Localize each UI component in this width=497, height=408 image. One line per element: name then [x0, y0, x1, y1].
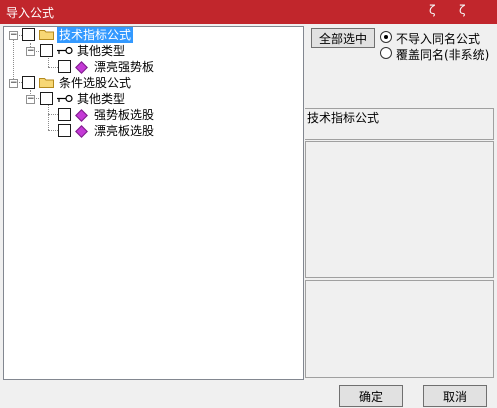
- key-icon: [57, 94, 73, 103]
- tree-node-screening-formulas[interactable]: − 条件选股公式: [4, 75, 204, 91]
- tree-node-label[interactable]: 其他类型: [75, 43, 127, 59]
- tree-leaf-label[interactable]: 漂亮强势板: [92, 59, 156, 75]
- collapse-icon[interactable]: −: [9, 31, 18, 40]
- formula-description-panel: [305, 141, 494, 278]
- tree-node-label[interactable]: 其他类型: [75, 91, 127, 107]
- formula-info-title: 技术指标公式: [307, 111, 380, 125]
- tree-node-label[interactable]: 技术指标公式: [57, 27, 134, 43]
- collapse-icon[interactable]: −: [9, 79, 18, 88]
- tree-checkbox[interactable]: [58, 60, 71, 73]
- collapse-icon[interactable]: −: [26, 47, 35, 56]
- formula-tree[interactable]: − 技术指标公式 − 其他类型 漂亮强势板 − 条件选股公式 − 其他类型 强势…: [3, 26, 304, 380]
- tree-node-other-types[interactable]: − 其他类型: [4, 91, 204, 107]
- overwrite-radio[interactable]: [380, 47, 392, 59]
- tree-checkbox[interactable]: [22, 76, 35, 89]
- ok-button[interactable]: 确定: [339, 385, 403, 407]
- window-title: 导入公式: [6, 6, 55, 20]
- folder-icon: [39, 78, 54, 88]
- tree-checkbox[interactable]: [40, 44, 53, 57]
- background-fragment: ζ: [459, 3, 466, 17]
- formula-detail-panel: [305, 280, 494, 378]
- title-bar: 导入公式 ζ ζ: [0, 0, 497, 24]
- tree-leaf-label[interactable]: 漂亮板选股: [92, 123, 156, 139]
- folder-icon: [39, 30, 54, 40]
- tree-leaf[interactable]: 漂亮板选股: [4, 123, 204, 139]
- formula-gem-icon: [75, 61, 88, 74]
- tree-checkbox[interactable]: [22, 28, 35, 41]
- tree-node-other-types[interactable]: − 其他类型: [4, 43, 204, 59]
- skip-duplicate-radio[interactable]: [380, 31, 392, 43]
- collapse-icon[interactable]: −: [26, 95, 35, 104]
- formula-gem-icon: [75, 125, 88, 138]
- tree-checkbox[interactable]: [40, 92, 53, 105]
- tree-node-tech-formulas[interactable]: − 技术指标公式: [4, 27, 204, 43]
- formula-info-header: 技术指标公式: [305, 108, 494, 140]
- tree-checkbox[interactable]: [58, 124, 71, 137]
- select-all-button[interactable]: 全部选中: [311, 28, 375, 48]
- skip-duplicate-label[interactable]: 不导入同名公式: [396, 30, 480, 47]
- tree-node-label[interactable]: 条件选股公式: [57, 75, 133, 91]
- tree-leaf[interactable]: 强势板选股: [4, 107, 204, 123]
- tree-leaf[interactable]: 漂亮强势板: [4, 59, 204, 75]
- cancel-button[interactable]: 取消: [423, 385, 487, 407]
- tree-checkbox[interactable]: [58, 108, 71, 121]
- overwrite-label[interactable]: 覆盖同名(非系统): [396, 46, 489, 63]
- formula-gem-icon: [75, 109, 88, 122]
- key-icon: [57, 46, 73, 55]
- background-fragment: ζ: [429, 3, 436, 17]
- tree-leaf-label[interactable]: 强势板选股: [92, 107, 156, 123]
